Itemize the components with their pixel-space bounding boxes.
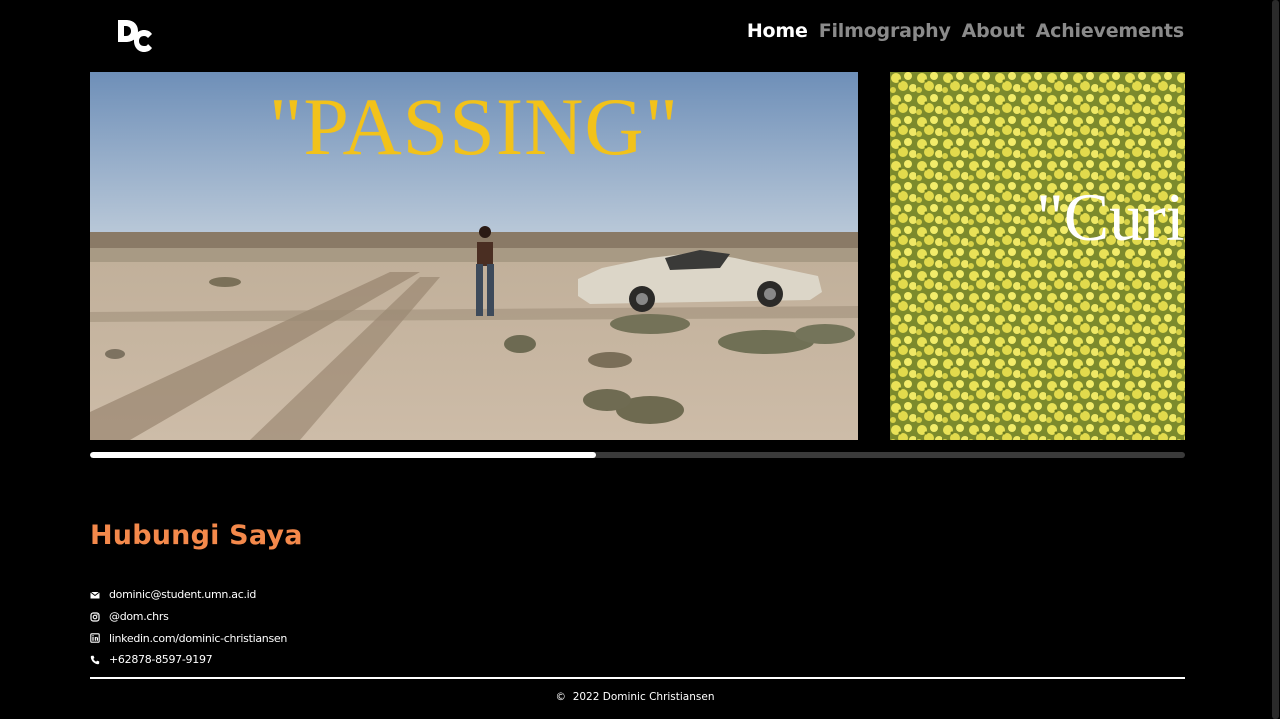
slide-title-next: "Curi xyxy=(1036,179,1185,255)
copyright-symbol: © xyxy=(555,691,567,703)
carousel-slide-next[interactable]: "Curi xyxy=(890,72,1185,440)
contact-phone[interactable]: +62878-8597-9197 xyxy=(90,649,287,671)
contact-instagram[interactable]: @dom.chrs xyxy=(90,606,287,628)
contact-linkedin-link[interactable]: linkedin.com/dominic-christiansen xyxy=(109,632,287,645)
instagram-icon xyxy=(90,611,100,622)
contact-instagram-link[interactable]: @dom.chrs xyxy=(109,610,169,623)
linkedin-icon xyxy=(90,633,100,643)
carousel-progress-bar[interactable] xyxy=(90,452,1185,458)
contact-heading: Hubungi Saya xyxy=(90,520,303,551)
main-nav: Home Filmography About Achievements xyxy=(747,20,1184,42)
footer-divider xyxy=(90,677,1185,679)
film-carousel[interactable]: "PASSING" "Curi xyxy=(90,72,1185,440)
nav-about[interactable]: About xyxy=(962,20,1025,42)
footer: © 2022 Dominic Christiansen xyxy=(0,691,1270,703)
contact-list: dominic@student.umn.ac.id @dom.chrs link… xyxy=(90,584,287,671)
contact-phone-link[interactable]: +62878-8597-9197 xyxy=(109,653,213,666)
slide-title-passing: "PASSING" xyxy=(268,81,680,172)
contact-email-link[interactable]: dominic@student.umn.ac.id xyxy=(109,588,256,601)
contact-email[interactable]: dominic@student.umn.ac.id xyxy=(90,584,287,606)
dc-logo-mark xyxy=(118,20,152,52)
contact-linkedin[interactable]: linkedin.com/dominic-christiansen xyxy=(90,627,287,649)
nav-home[interactable]: Home xyxy=(747,20,808,42)
carousel-progress-fill xyxy=(90,452,596,458)
nav-filmography[interactable]: Filmography xyxy=(819,20,951,42)
page-scrollbar-thumb[interactable] xyxy=(1272,0,1279,719)
copyright-text: 2022 Dominic Christiansen xyxy=(572,691,715,703)
carousel-slide-passing[interactable]: "PASSING" xyxy=(90,72,858,440)
nav-achievements[interactable]: Achievements xyxy=(1036,20,1185,42)
phone-icon xyxy=(90,655,100,665)
dc-logo[interactable] xyxy=(116,18,156,54)
mail-icon xyxy=(90,591,100,599)
